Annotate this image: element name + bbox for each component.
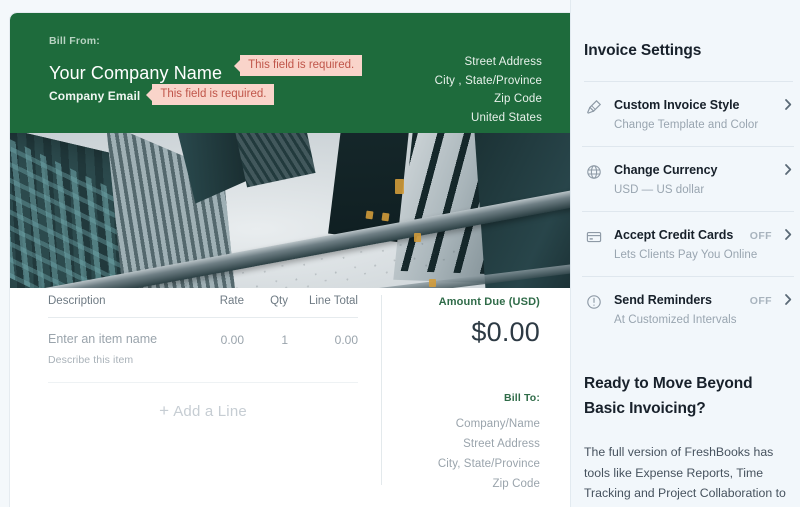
company-email-input[interactable]: Company Email [49,89,140,103]
sidebar-item-title: Change Currency [614,163,718,177]
banner-light-4 [414,233,421,242]
bill-to-city[interactable]: City, State/Province [410,454,540,474]
sidebar-item-title: Custom Invoice Style [614,98,740,112]
chevron-right-icon[interactable] [784,227,793,242]
chevron-right-icon[interactable] [784,292,793,307]
sidebar-item-send-reminders[interactable]: Send Reminders At Customized Intervals O… [582,276,794,341]
address-zip[interactable]: Zip Code [435,90,542,109]
promo-title: Ready to Move Beyond Basic Invoicing? [584,371,792,421]
bill-to-street[interactable]: Street Address [410,434,540,454]
vertical-divider [381,295,382,485]
invoice-banner-photo[interactable] [10,133,570,288]
row-qty-input[interactable]: 1 [244,332,288,347]
sidebar-item-subtitle: Change Template and Color [614,119,759,131]
row-description-cell[interactable]: Enter an item name Describe this item [48,332,182,366]
banner-light-3 [381,212,390,222]
globe-icon [586,164,602,180]
totals-column: Amount Due (USD) $0.00 Bill To: Company/… [410,296,540,494]
column-header-qty: Qty [270,295,288,307]
add-a-line-label: Add a Line [173,403,247,420]
banner-light-1 [395,179,404,194]
invoice-editor-screen: Bill From: Your Company Name This field … [0,0,800,507]
invoice-card: Bill From: Your Company Name This field … [10,13,570,507]
sidebar-item-subtitle: USD — US dollar [614,184,705,196]
invoice-header: Bill From: Your Company Name This field … [10,13,570,133]
row-line-total-value: 0.00 [334,333,358,347]
column-header-description: Description [48,295,106,307]
row-rate-input[interactable]: 0.00 [182,332,244,347]
address-street[interactable]: Street Address [435,53,542,72]
bill-to-label: Bill To: [504,392,540,404]
settings-panel-title: Invoice Settings [584,42,702,59]
bill-from-label: Bill From: [49,35,100,47]
chevron-right-icon[interactable] [784,97,793,112]
paintbrush-icon [586,99,602,115]
sidebar-item-accept-credit-cards[interactable]: Accept Credit Cards Lets Clients Pay You… [582,211,794,276]
promo-title-line-1: Ready to Move Beyond [584,375,753,392]
company-name-error-tooltip: This field is required. [240,54,363,77]
invoice-body: Description Rate Qty Line Total Enter an… [10,288,570,507]
banner-light-2 [365,210,374,220]
credit-card-icon [586,229,602,245]
bill-to-company[interactable]: Company/Name [410,414,540,434]
address-city-state[interactable]: City , State/Province [435,72,542,91]
chevron-right-icon[interactable] [784,162,793,177]
clock-icon [586,294,602,310]
sidebar-item-subtitle: At Customized Intervals [614,314,737,326]
column-header-line-total: Line Total [308,295,358,307]
company-address-block[interactable]: Street Address City , State/Province Zip… [435,53,542,127]
company-name-input[interactable]: Your Company Name [49,63,222,84]
sidebar-item-custom-invoice-style[interactable]: Custom Invoice Style Change Template and… [582,82,794,146]
company-email-error-tooltip: This field is required. [152,84,275,106]
amount-due-label: Amount Due (USD) [438,296,540,308]
invoice-settings-panel: Invoice Settings Custom Invoice Style Ch… [570,0,800,507]
banner-light-5 [429,279,436,287]
status-badge-off: OFF [749,295,772,307]
column-header-rate: Rate [219,295,244,307]
upgrade-promo: Ready to Move Beyond Basic Invoicing? Th… [584,371,792,507]
promo-title-line-2: Basic Invoicing? [584,400,706,417]
invoice-preview-pane: Bill From: Your Company Name This field … [0,0,570,507]
item-description-input[interactable]: Describe this item [48,354,182,366]
bill-to-block[interactable]: Company/Name Street Address City, State/… [410,414,540,494]
promo-body-text: The full version of FreshBooks has tools… [584,445,786,507]
line-items-table: Description Rate Qty Line Total Enter an… [48,295,358,383]
sidebar-item-subtitle: Lets Clients Pay You Online [614,249,758,261]
bill-to-zip[interactable]: Zip Code [410,474,540,494]
item-name-input[interactable]: Enter an item name [48,332,182,348]
address-country[interactable]: United States [435,109,542,128]
amount-due-value: $0.00 [471,317,540,347]
plus-icon: + [159,401,170,420]
add-a-line-button[interactable]: + Add a Line [48,401,358,421]
status-badge-off: OFF [749,230,772,242]
sidebar-item-change-currency[interactable]: Change Currency USD — US dollar [582,146,794,211]
table-header-row: Description Rate Qty Line Total [48,295,358,318]
table-row[interactable]: Enter an item name Describe this item 0.… [48,318,358,383]
